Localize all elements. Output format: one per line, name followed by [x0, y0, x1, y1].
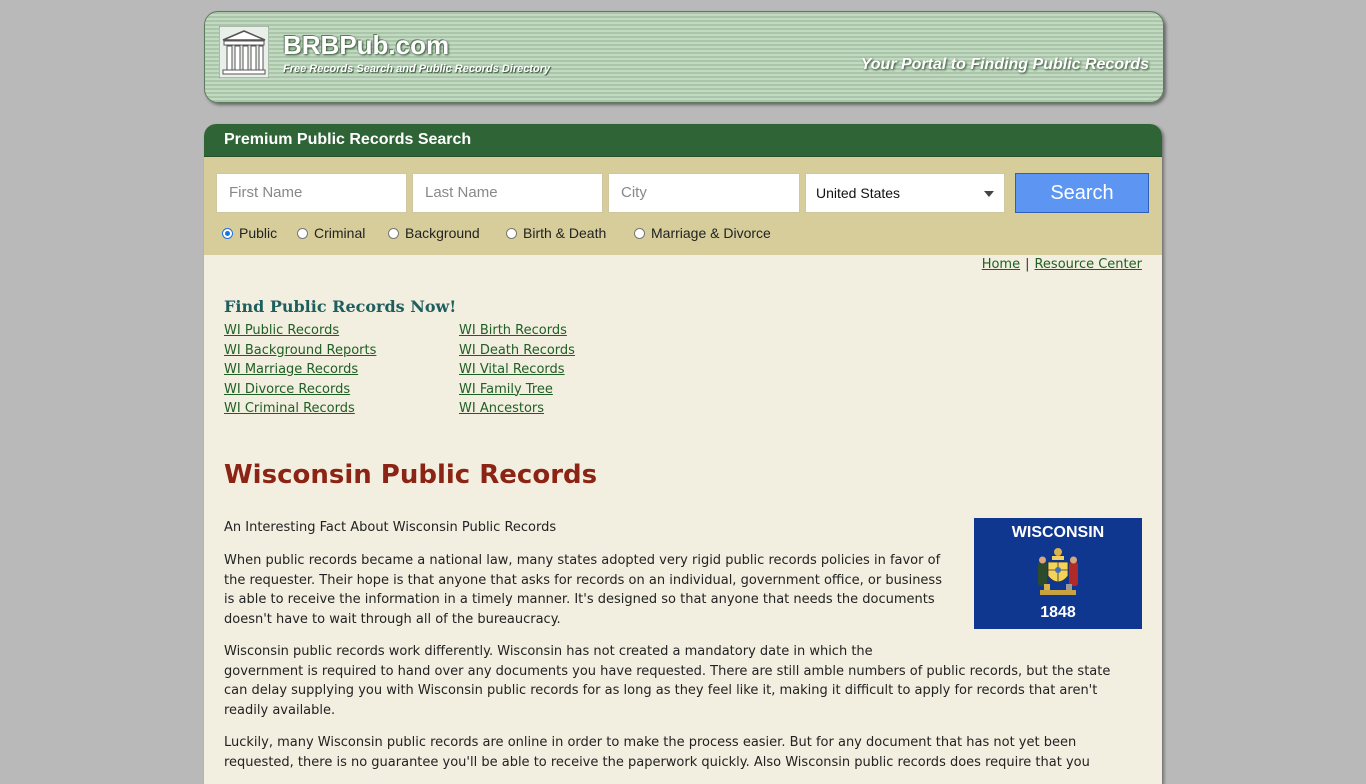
- link-wi-death-records[interactable]: WI Death Records: [459, 341, 575, 361]
- paragraph-2: Wisconsin public records work differentl…: [224, 644, 1111, 718]
- wisconsin-flag: WISCONSIN 1848: [974, 518, 1142, 629]
- link-wi-public-records[interactable]: WI Public Records: [224, 321, 376, 341]
- top-nav: Home | Resource Center: [982, 257, 1142, 272]
- radio-dot-icon[interactable]: [222, 227, 233, 239]
- main-card: Premium Public Records Search First Name…: [204, 124, 1162, 784]
- radio-dot-icon[interactable]: [506, 227, 517, 239]
- last-name-input[interactable]: Last Name: [412, 173, 603, 213]
- link-wi-ancestors[interactable]: WI Ancestors: [459, 399, 575, 419]
- records-links-col1: WI Public Records WI Background Reports …: [224, 321, 376, 419]
- radio-dot-icon[interactable]: [297, 227, 308, 239]
- link-wi-vital-records[interactable]: WI Vital Records: [459, 360, 575, 380]
- radio-dot-icon[interactable]: [388, 227, 399, 239]
- search-panel: First Name Last Name City United States …: [204, 157, 1162, 255]
- page-title: Wisconsin Public Records: [224, 460, 598, 490]
- link-wi-family-tree[interactable]: WI Family Tree: [459, 380, 575, 400]
- search-button[interactable]: Search: [1015, 173, 1149, 213]
- country-select[interactable]: United States: [805, 173, 1005, 213]
- fact-heading: An Interesting Fact About Wisconsin Publ…: [224, 520, 557, 535]
- link-wi-criminal-records[interactable]: WI Criminal Records: [224, 399, 376, 419]
- site-tagline: Free Records Search and Public Records D…: [283, 63, 551, 75]
- courthouse-logo-icon[interactable]: [219, 26, 269, 78]
- portal-slogan: Your Portal to Finding Public Records: [860, 56, 1149, 73]
- city-input[interactable]: City: [608, 173, 800, 213]
- radio-dot-icon[interactable]: [634, 227, 645, 239]
- state-seal-icon: [1038, 548, 1078, 595]
- country-select-value: United States: [816, 185, 901, 201]
- link-wi-marriage-records[interactable]: WI Marriage Records: [224, 360, 376, 380]
- site-name[interactable]: BRBPub.com: [283, 30, 449, 61]
- link-wi-background-reports[interactable]: WI Background Reports: [224, 341, 376, 361]
- paragraph-1: When public records became a national la…: [224, 553, 942, 627]
- resource-center-link[interactable]: Resource Center: [1034, 257, 1142, 272]
- flag-year: 1848: [1040, 604, 1076, 621]
- home-link[interactable]: Home: [982, 257, 1020, 272]
- radio-birth-death[interactable]: Birth & Death: [506, 223, 606, 243]
- nav-separator: |: [1025, 257, 1030, 272]
- chevron-down-icon: [984, 191, 994, 197]
- radio-background[interactable]: Background: [388, 223, 480, 243]
- site-header: BRBPub.com Free Records Search and Publi…: [204, 11, 1164, 103]
- radio-criminal[interactable]: Criminal: [297, 223, 365, 243]
- link-wi-divorce-records[interactable]: WI Divorce Records: [224, 380, 376, 400]
- record-type-radios: Public Criminal Background Birth & Death…: [204, 223, 1162, 243]
- first-name-input[interactable]: First Name: [216, 173, 407, 213]
- search-heading: Premium Public Records Search: [204, 124, 1162, 157]
- radio-marriage-divorce[interactable]: Marriage & Divorce: [634, 223, 771, 243]
- link-wi-birth-records[interactable]: WI Birth Records: [459, 321, 575, 341]
- flag-name: WISCONSIN: [1011, 524, 1105, 541]
- records-links-col2: WI Birth Records WI Death Records WI Vit…: [459, 321, 575, 419]
- radio-public[interactable]: Public: [222, 223, 277, 243]
- find-records-title: Find Public Records Now!: [224, 297, 457, 316]
- paragraph-3: Luckily, many Wisconsin public records a…: [224, 735, 1090, 770]
